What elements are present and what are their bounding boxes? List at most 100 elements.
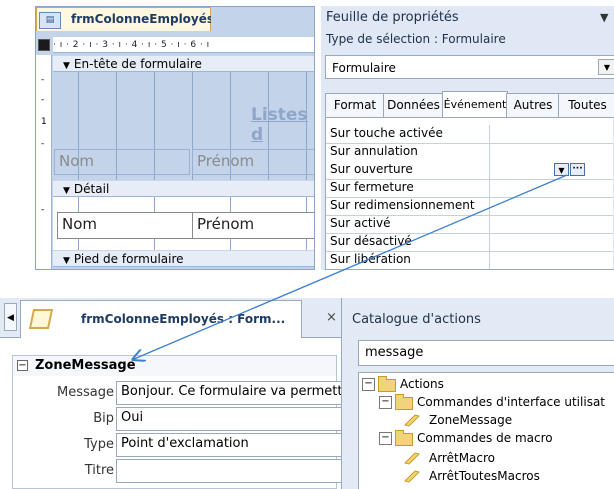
ruler-mark: - xyxy=(41,139,45,149)
ruler-mark: - xyxy=(41,95,45,105)
horizontal-ruler: · ı · 2 · ı · 3 · ı · 4 · ı · 5 · ı · 6 … xyxy=(53,37,314,53)
selection-type-label: Type de sélection : Formulaire xyxy=(326,32,506,46)
tree-folder-actions[interactable]: − Actions xyxy=(362,375,612,393)
collapse-minus-icon[interactable]: − xyxy=(379,396,392,409)
tree-folder-ui-commands[interactable]: − Commandes d'interface utilisat xyxy=(379,393,614,411)
section-triangle-icon: ▼ xyxy=(63,256,70,266)
catalog-search-input[interactable]: message xyxy=(358,340,614,366)
tree-action-arretmacro[interactable]: ArrêtMacro xyxy=(403,449,603,467)
property-row[interactable]: Sur redimensionnement xyxy=(326,197,614,216)
catalog-tree: − Actions − Commandes d'interface utilis… xyxy=(358,372,614,489)
property-grid: Sur touche activée Sur annulation Sur ou… xyxy=(325,117,614,270)
macro-document-tab[interactable]: frmColonneEmployés : Form... xyxy=(20,300,302,338)
catalog-title: Catalogue d'actions xyxy=(352,312,481,327)
action-catalog-pane: Catalogue d'actions message − Actions − … xyxy=(341,298,614,489)
argument-row-message: Message Bonjour. Ce formulaire va permet… xyxy=(13,381,342,405)
object-selector-dropdown[interactable]: Formulaire ▼ xyxy=(325,55,614,79)
detail-field-prenom[interactable]: Prénom xyxy=(192,212,314,239)
folder-icon xyxy=(395,430,413,446)
property-row[interactable]: Sur annulation xyxy=(326,143,614,162)
argument-row-titre: Titre xyxy=(13,459,342,483)
argument-label: Type xyxy=(84,437,114,452)
chevron-down-icon[interactable]: ▼ xyxy=(554,163,569,176)
tab-autres[interactable]: Autres xyxy=(506,93,560,119)
section-bar-header[interactable]: ▼ En-tête de formulaire xyxy=(53,55,314,72)
tab-format[interactable]: Format xyxy=(325,93,385,119)
macro-action-icon xyxy=(404,470,420,483)
property-row[interactable]: Sur touche activée xyxy=(326,125,614,144)
section-label-footer: Pied de formulaire xyxy=(73,252,184,266)
vertical-ruler: - - 1 - - xyxy=(36,55,52,269)
section-triangle-icon: ▼ xyxy=(63,61,70,71)
tree-label: Actions xyxy=(400,377,444,391)
chevron-left-icon[interactable]: ◀ xyxy=(4,303,17,331)
selected-object-value: Formulaire xyxy=(332,61,396,75)
section-bar-detail[interactable]: ▼ Détail xyxy=(53,180,314,197)
argument-label: Message xyxy=(57,385,114,400)
bip-select[interactable]: Oui xyxy=(116,407,342,431)
form-icon: ▤ xyxy=(39,12,61,29)
type-select[interactable]: Point d'exclamation xyxy=(116,433,342,457)
section-label-header: En-tête de formulaire xyxy=(73,57,202,71)
tree-label: Commandes de macro xyxy=(417,431,553,445)
folder-icon xyxy=(395,394,413,410)
section-triangle-icon: ▼ xyxy=(63,186,70,196)
header-label-nom[interactable]: Nom xyxy=(54,149,190,175)
property-label: Sur ouverture xyxy=(330,162,413,176)
titre-input[interactable] xyxy=(116,459,342,483)
property-label: Sur redimensionnement xyxy=(330,198,475,212)
property-label: Sur activé xyxy=(330,216,391,230)
property-label: Sur fermeture xyxy=(330,180,414,194)
tab-toutes[interactable]: Toutes xyxy=(558,93,614,119)
header-label-prenom[interactable]: Prénom xyxy=(192,149,314,175)
macro-action-icon xyxy=(404,452,420,465)
folder-icon xyxy=(378,376,396,392)
property-label: Sur annulation xyxy=(330,144,418,158)
property-label: Sur touche activée xyxy=(330,126,443,140)
tree-action-zonemessage[interactable]: ZoneMessage xyxy=(403,411,603,429)
section-bar-footer[interactable]: ▼ Pied de formulaire xyxy=(53,250,314,267)
property-sheet-pane: Feuille de propriétés ▼ Type de sélectio… xyxy=(321,6,614,270)
macro-editor-body: − ZoneMessage Message Bonjour. Ce formul… xyxy=(0,339,342,489)
form-tab-title: frmColonneEmployés xyxy=(71,12,215,26)
property-row[interactable]: Sur fermeture xyxy=(326,179,614,198)
tree-label: ArrêtToutesMacros xyxy=(429,469,540,483)
action-name: ZoneMessage xyxy=(35,358,136,373)
property-tabs: Format Données Événement Autres Toutes xyxy=(325,91,614,119)
close-icon[interactable]: × xyxy=(326,310,337,325)
tab-evenement[interactable]: Événement xyxy=(442,91,508,119)
tab-donnees[interactable]: Données xyxy=(383,93,444,119)
header-title-label[interactable]: Listes d xyxy=(251,105,314,145)
form-selector-box[interactable] xyxy=(38,39,50,51)
property-label: Sur libération xyxy=(330,252,411,266)
argument-label: Titre xyxy=(84,463,114,478)
property-row[interactable]: Sur désactivé xyxy=(326,233,614,252)
collapse-minus-icon[interactable]: − xyxy=(17,360,28,371)
macro-icon xyxy=(28,309,54,329)
macro-editor-window: ◀ frmColonneEmployés : Form... × − ZoneM… xyxy=(0,298,342,489)
tree-label: ZoneMessage xyxy=(429,413,513,427)
tree-folder-macro-commands[interactable]: − Commandes de macro xyxy=(379,429,614,447)
pane-menu-chevron-icon[interactable]: ▼ xyxy=(600,11,608,24)
macro-tab-title: frmColonneEmployés : Form... xyxy=(81,312,286,326)
collapse-minus-icon[interactable]: − xyxy=(379,432,392,445)
form-document-tab[interactable]: ▤ frmColonneEmployés xyxy=(36,7,215,31)
macro-tab-bar: ◀ frmColonneEmployés : Form... × xyxy=(0,298,341,338)
property-row[interactable]: Sur libération xyxy=(326,251,614,269)
chevron-down-icon[interactable]: ▼ xyxy=(598,59,614,75)
property-row[interactable]: Sur activé xyxy=(326,215,614,234)
macro-action-icon xyxy=(404,414,420,427)
detail-field-nom[interactable]: Nom xyxy=(57,212,193,239)
macro-action-block[interactable]: − ZoneMessage Message Bonjour. Ce formul… xyxy=(12,355,342,489)
ruler-mark: - xyxy=(41,205,45,215)
header-section[interactable]: Listes d Nom Prénom xyxy=(53,72,314,180)
detail-section[interactable]: Nom Prénom xyxy=(53,197,314,250)
collapse-minus-icon[interactable]: − xyxy=(362,378,375,391)
property-row-sur-ouverture[interactable]: Sur ouverture ▼ ··· xyxy=(326,161,614,180)
tree-label: ArrêtMacro xyxy=(429,451,496,465)
tree-action-arrettoutesmacros[interactable]: ArrêtToutesMacros xyxy=(403,467,603,485)
property-label: Sur désactivé xyxy=(330,234,412,248)
message-input[interactable]: Bonjour. Ce formulaire va permettr xyxy=(116,381,342,405)
builder-button[interactable]: ··· xyxy=(570,163,585,176)
section-label-detail: Détail xyxy=(73,182,110,196)
